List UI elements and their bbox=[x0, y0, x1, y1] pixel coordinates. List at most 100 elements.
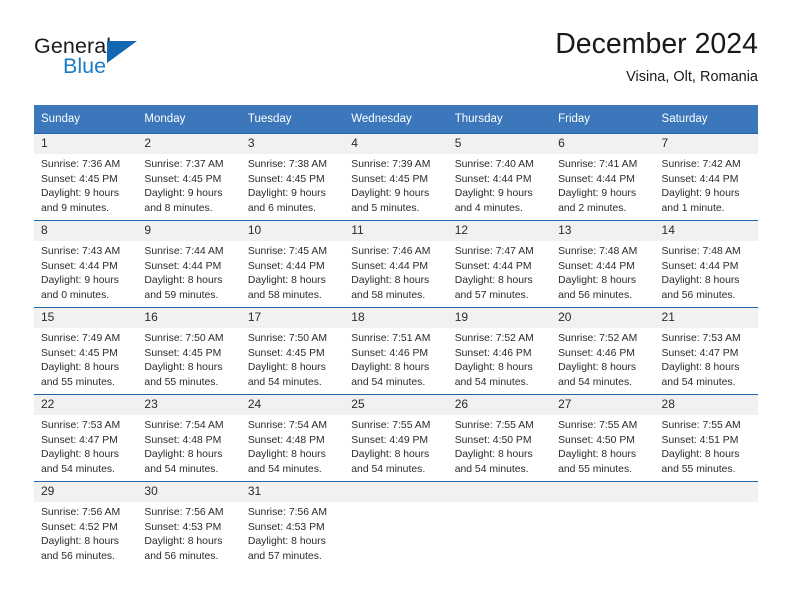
day-number: 15 bbox=[34, 308, 138, 328]
day-cell[interactable]: 8 Sunrise: 7:43 AM Sunset: 4:44 PM Dayli… bbox=[34, 220, 138, 308]
day-cell[interactable]: 15 Sunrise: 7:49 AM Sunset: 4:45 PM Dayl… bbox=[34, 307, 138, 395]
day-cell[interactable]: 11 Sunrise: 7:46 AM Sunset: 4:44 PM Dayl… bbox=[344, 220, 448, 308]
day-cell[interactable]: 17 Sunrise: 7:50 AM Sunset: 4:45 PM Dayl… bbox=[240, 307, 345, 395]
week-row: 1 Sunrise: 7:36 AM Sunset: 4:45 PM Dayli… bbox=[34, 133, 758, 221]
sunset-text: Sunset: 4:50 PM bbox=[454, 434, 532, 446]
day-cell[interactable]: 31 Sunrise: 7:56 AM Sunset: 4:53 PM Dayl… bbox=[240, 481, 345, 568]
day-number: 17 bbox=[240, 308, 345, 328]
day-cell[interactable]: 2 Sunrise: 7:37 AM Sunset: 4:45 PM Dayli… bbox=[137, 133, 241, 221]
day-cell-empty bbox=[447, 481, 552, 568]
day-cell[interactable]: 20 Sunrise: 7:52 AM Sunset: 4:46 PM Dayl… bbox=[551, 307, 655, 395]
daylight-text-line1: Daylight: 8 hours bbox=[144, 362, 223, 374]
weekday-header-monday: Monday bbox=[137, 105, 241, 134]
sunset-text: Sunset: 4:44 PM bbox=[144, 260, 222, 272]
sunrise-text: Sunrise: 7:56 AM bbox=[247, 507, 327, 518]
day-cell[interactable]: 16 Sunrise: 7:50 AM Sunset: 4:45 PM Dayl… bbox=[137, 307, 241, 395]
day-number: 28 bbox=[654, 395, 758, 415]
week-row: 22 Sunrise: 7:53 AM Sunset: 4:47 PM Dayl… bbox=[34, 394, 758, 482]
day-number: 19 bbox=[447, 308, 552, 328]
daylight-text-line1: Daylight: 8 hours bbox=[558, 362, 637, 374]
daylight-text-line2: and 54 minutes. bbox=[41, 463, 115, 475]
day-cell[interactable]: 4 Sunrise: 7:39 AM Sunset: 4:45 PM Dayli… bbox=[344, 133, 448, 221]
sunset-text: Sunset: 4:44 PM bbox=[247, 260, 325, 272]
daylight-text-line2: and 1 minute. bbox=[661, 202, 725, 214]
day-cell[interactable]: 25 Sunrise: 7:55 AM Sunset: 4:49 PM Dayl… bbox=[344, 394, 448, 482]
sunset-text: Sunset: 4:53 PM bbox=[144, 521, 222, 533]
day-cell[interactable]: 3 Sunrise: 7:38 AM Sunset: 4:45 PM Dayli… bbox=[240, 133, 345, 221]
sunset-text: Sunset: 4:47 PM bbox=[661, 347, 739, 359]
day-number: 18 bbox=[344, 308, 448, 328]
daylight-text-line2: and 54 minutes. bbox=[454, 376, 529, 388]
day-cell[interactable]: 27 Sunrise: 7:55 AM Sunset: 4:50 PM Dayl… bbox=[551, 394, 655, 482]
day-details: Sunrise: 7:53 AM Sunset: 4:47 PM Dayligh… bbox=[34, 415, 137, 477]
sunset-text: Sunset: 4:52 PM bbox=[41, 521, 118, 533]
sunrise-text: Sunrise: 7:45 AM bbox=[247, 246, 327, 257]
day-details: Sunrise: 7:48 AM Sunset: 4:44 PM Dayligh… bbox=[655, 241, 758, 303]
daylight-text-line2: and 6 minutes. bbox=[247, 202, 317, 214]
day-cell[interactable]: 24 Sunrise: 7:54 AM Sunset: 4:48 PM Dayl… bbox=[240, 394, 345, 482]
daylight-text-line1: Daylight: 8 hours bbox=[351, 362, 430, 374]
day-details: Sunrise: 7:47 AM Sunset: 4:44 PM Dayligh… bbox=[448, 241, 551, 303]
day-number: 7 bbox=[654, 134, 758, 154]
sunrise-text: Sunrise: 7:39 AM bbox=[351, 159, 431, 170]
day-details: Sunrise: 7:52 AM Sunset: 4:46 PM Dayligh… bbox=[551, 328, 654, 390]
daylight-text-line1: Daylight: 8 hours bbox=[351, 449, 430, 461]
sunset-text: Sunset: 4:48 PM bbox=[144, 434, 222, 446]
day-details: Sunrise: 7:50 AM Sunset: 4:45 PM Dayligh… bbox=[241, 328, 344, 390]
day-cell[interactable]: 19 Sunrise: 7:52 AM Sunset: 4:46 PM Dayl… bbox=[447, 307, 552, 395]
daylight-text-line2: and 54 minutes. bbox=[454, 463, 529, 475]
day-cell[interactable]: 18 Sunrise: 7:51 AM Sunset: 4:46 PM Dayl… bbox=[344, 307, 448, 395]
sunset-text: Sunset: 4:44 PM bbox=[454, 173, 532, 185]
day-cell[interactable]: 1 Sunrise: 7:36 AM Sunset: 4:45 PM Dayli… bbox=[34, 133, 138, 221]
daylight-text-line1: Daylight: 9 hours bbox=[41, 188, 119, 200]
day-cell[interactable]: 21 Sunrise: 7:53 AM Sunset: 4:47 PM Dayl… bbox=[654, 307, 758, 395]
daylight-text-line1: Daylight: 8 hours bbox=[41, 362, 119, 374]
day-cell[interactable]: 13 Sunrise: 7:48 AM Sunset: 4:44 PM Dayl… bbox=[551, 220, 655, 308]
day-cell[interactable]: 10 Sunrise: 7:45 AM Sunset: 4:44 PM Dayl… bbox=[240, 220, 345, 308]
sunrise-text: Sunrise: 7:54 AM bbox=[247, 420, 327, 431]
daylight-text-line1: Daylight: 8 hours bbox=[661, 449, 740, 461]
daylight-text-line2: and 8 minutes. bbox=[144, 202, 213, 214]
day-cell[interactable]: 30 Sunrise: 7:56 AM Sunset: 4:53 PM Dayl… bbox=[137, 481, 241, 568]
daylight-text-line1: Daylight: 8 hours bbox=[454, 362, 533, 374]
sunset-text: Sunset: 4:48 PM bbox=[247, 434, 325, 446]
day-number: 16 bbox=[137, 308, 241, 328]
day-cell[interactable]: 23 Sunrise: 7:54 AM Sunset: 4:48 PM Dayl… bbox=[137, 394, 241, 482]
daylight-text-line2: and 4 minutes. bbox=[454, 202, 523, 214]
day-cell[interactable]: 26 Sunrise: 7:55 AM Sunset: 4:50 PM Dayl… bbox=[447, 394, 552, 482]
sunset-text: Sunset: 4:50 PM bbox=[558, 434, 635, 446]
day-cell[interactable]: 14 Sunrise: 7:48 AM Sunset: 4:44 PM Dayl… bbox=[654, 220, 758, 308]
weekday-header-saturday: Saturday bbox=[654, 105, 758, 134]
day-number: 20 bbox=[551, 308, 655, 328]
daylight-text-line1: Daylight: 8 hours bbox=[661, 275, 740, 287]
title-block: December 2024 Visina, Olt, Romania bbox=[555, 27, 758, 87]
sunset-text: Sunset: 4:45 PM bbox=[41, 173, 118, 185]
daylight-text-line2: and 56 minutes. bbox=[41, 550, 115, 562]
day-details: Sunrise: 7:56 AM Sunset: 4:52 PM Dayligh… bbox=[34, 502, 137, 564]
day-cell[interactable]: 22 Sunrise: 7:53 AM Sunset: 4:47 PM Dayl… bbox=[34, 394, 138, 482]
generalblue-logo[interactable]: General Blue bbox=[34, 34, 204, 86]
daylight-text-line1: Daylight: 8 hours bbox=[558, 275, 637, 287]
sunset-text: Sunset: 4:45 PM bbox=[144, 173, 222, 185]
day-cell[interactable]: 5 Sunrise: 7:40 AM Sunset: 4:44 PM Dayli… bbox=[447, 133, 552, 221]
daylight-text-line2: and 58 minutes. bbox=[351, 289, 426, 301]
sunrise-text: Sunrise: 7:52 AM bbox=[454, 333, 534, 344]
sunset-text: Sunset: 4:45 PM bbox=[351, 173, 429, 185]
day-cell[interactable]: 6 Sunrise: 7:41 AM Sunset: 4:44 PM Dayli… bbox=[551, 133, 655, 221]
day-cell[interactable]: 9 Sunrise: 7:44 AM Sunset: 4:44 PM Dayli… bbox=[137, 220, 241, 308]
sunrise-text: Sunrise: 7:48 AM bbox=[558, 246, 638, 257]
day-cell[interactable]: 12 Sunrise: 7:47 AM Sunset: 4:44 PM Dayl… bbox=[447, 220, 552, 308]
day-cell[interactable]: 7 Sunrise: 7:42 AM Sunset: 4:44 PM Dayli… bbox=[654, 133, 758, 221]
logo-triangle-icon bbox=[107, 41, 137, 63]
day-cell[interactable]: 29 Sunrise: 7:56 AM Sunset: 4:52 PM Dayl… bbox=[34, 481, 138, 568]
day-cell[interactable]: 28 Sunrise: 7:55 AM Sunset: 4:51 PM Dayl… bbox=[654, 394, 758, 482]
day-number: 10 bbox=[240, 221, 345, 241]
day-number: 31 bbox=[240, 482, 345, 502]
day-details: Sunrise: 7:55 AM Sunset: 4:50 PM Dayligh… bbox=[551, 415, 654, 477]
daylight-text-line1: Daylight: 9 hours bbox=[144, 188, 223, 200]
day-details: Sunrise: 7:48 AM Sunset: 4:44 PM Dayligh… bbox=[551, 241, 654, 303]
sunset-text: Sunset: 4:46 PM bbox=[351, 347, 429, 359]
sunrise-text: Sunrise: 7:49 AM bbox=[41, 333, 121, 344]
day-details: Sunrise: 7:53 AM Sunset: 4:47 PM Dayligh… bbox=[655, 328, 758, 390]
daylight-text-line2: and 54 minutes. bbox=[558, 376, 633, 388]
